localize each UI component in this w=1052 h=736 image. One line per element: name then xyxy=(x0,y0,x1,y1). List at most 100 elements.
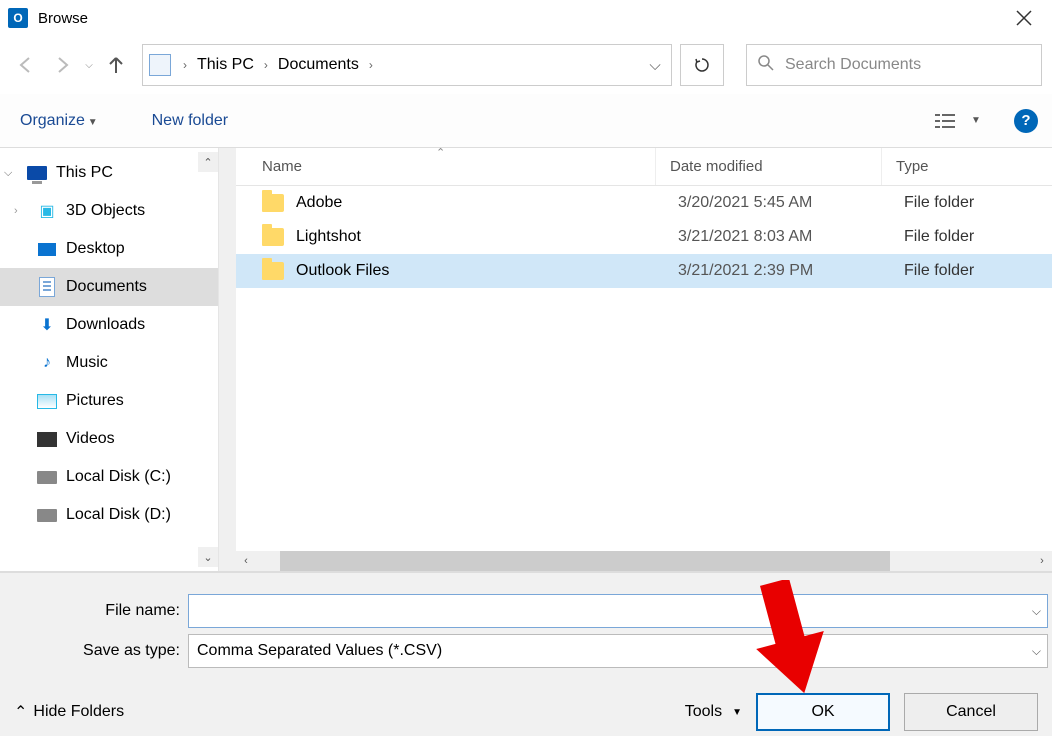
close-button[interactable] xyxy=(1004,3,1044,33)
location-icon xyxy=(149,54,171,76)
tree-label: Local Disk (D:) xyxy=(66,506,171,524)
breadcrumb-item-documents[interactable]: Documents xyxy=(276,56,361,74)
tree-label: This PC xyxy=(56,164,113,182)
breadcrumb[interactable]: › This PC › Documents › ⌵ xyxy=(142,44,672,86)
saveas-label: Save as type: xyxy=(30,642,180,660)
file-type: File folder xyxy=(904,228,1052,246)
search-box[interactable] xyxy=(746,44,1042,86)
file-row[interactable]: Outlook Files 3/21/2021 2:39 PM File fol… xyxy=(236,254,1052,288)
saveas-select[interactable]: Comma Separated Values (*.CSV) ⌵ xyxy=(188,634,1048,668)
file-date: 3/20/2021 5:45 AM xyxy=(678,194,904,212)
tree-label: Downloads xyxy=(66,316,145,334)
cancel-button[interactable]: Cancel xyxy=(904,693,1038,731)
tree-label: Desktop xyxy=(66,240,125,258)
hide-folders-button[interactable]: ⌃ Hide Folders xyxy=(14,702,124,722)
saveas-value: Comma Separated Values (*.CSV) xyxy=(197,642,442,660)
scroll-left-icon[interactable]: ‹ xyxy=(236,555,256,567)
tree-label: Pictures xyxy=(66,392,124,410)
tree-item-documents[interactable]: Documents xyxy=(0,268,218,306)
videos-icon xyxy=(36,428,58,450)
file-name: Outlook Files xyxy=(296,262,678,280)
save-panel: File name: ⌵ Save as type: Comma Separat… xyxy=(0,572,1052,736)
saveas-row: Save as type: Comma Separated Values (*.… xyxy=(0,631,1052,671)
organize-button[interactable]: Organize xyxy=(14,108,104,134)
cube-icon: ▣ xyxy=(36,200,58,222)
refresh-button[interactable] xyxy=(680,44,724,86)
scroll-right-icon[interactable]: › xyxy=(1032,555,1052,567)
view-options-button[interactable] xyxy=(928,107,962,135)
navbar: ⌵ › This PC › Documents › ⌵ xyxy=(0,36,1052,94)
help-button[interactable]: ? xyxy=(1014,109,1038,133)
desktop-icon xyxy=(36,238,58,260)
main-area: ⌃ This PC ▣ 3D Objects Desktop Documents… xyxy=(0,148,1052,572)
breadcrumb-item-pc[interactable]: This PC xyxy=(195,56,256,74)
file-name: Lightshot xyxy=(296,228,678,246)
horizontal-scrollbar[interactable]: ‹ › xyxy=(236,551,1052,571)
recent-dropdown-icon[interactable]: ⌵ xyxy=(82,49,96,81)
column-headers: ⌃ Name Date modified Type xyxy=(236,148,1052,186)
chevron-right-icon: › xyxy=(256,58,276,72)
app-icon: O xyxy=(8,8,28,28)
chevron-right-icon[interactable] xyxy=(14,205,28,217)
tools-button[interactable]: Tools ▼ xyxy=(685,703,742,721)
search-input[interactable] xyxy=(785,56,1031,74)
folder-icon xyxy=(262,262,284,280)
ok-button[interactable]: OK xyxy=(756,693,890,731)
pictures-icon xyxy=(36,390,58,412)
dropdown-icon[interactable]: ⌵ xyxy=(1032,604,1041,619)
folder-icon xyxy=(262,194,284,212)
back-button[interactable] xyxy=(10,49,42,81)
chevron-up-icon: ⌃ xyxy=(14,702,27,722)
file-name: Adobe xyxy=(296,194,678,212)
column-header-type[interactable]: Type xyxy=(882,148,1052,185)
dropdown-icon: ▼ xyxy=(732,707,742,718)
column-header-name[interactable]: Name xyxy=(236,148,656,185)
filename-input[interactable]: ⌵ xyxy=(188,594,1048,628)
monitor-icon xyxy=(26,162,48,184)
tree-item-videos[interactable]: Videos xyxy=(0,420,218,458)
tree-label: Documents xyxy=(66,278,147,296)
dropdown-icon[interactable]: ⌵ xyxy=(1032,644,1041,659)
tools-label: Tools xyxy=(685,703,722,721)
tree-item-local-disk-d[interactable]: Local Disk (D:) xyxy=(0,496,218,534)
file-list: ⌃ Name Date modified Type Adobe 3/20/202… xyxy=(236,148,1052,571)
disk-icon xyxy=(36,504,58,526)
file-row[interactable]: Lightshot 3/21/2021 8:03 AM File folder xyxy=(236,220,1052,254)
search-icon xyxy=(757,54,775,76)
tree-item-downloads[interactable]: ⬇ Downloads xyxy=(0,306,218,344)
tree-scroll-up[interactable]: ⌃ xyxy=(198,152,218,172)
tree-scrollbar[interactable] xyxy=(218,148,236,571)
tree-item-pictures[interactable]: Pictures xyxy=(0,382,218,420)
tree-item-3d-objects[interactable]: ▣ 3D Objects xyxy=(0,192,218,230)
chevron-down-icon[interactable] xyxy=(4,167,18,180)
filename-label: File name: xyxy=(30,602,180,620)
new-folder-button[interactable]: New folder xyxy=(146,108,234,134)
chevron-right-icon: › xyxy=(175,58,195,72)
tree-label: Videos xyxy=(66,430,115,448)
tree-item-local-disk-c[interactable]: Local Disk (C:) xyxy=(0,458,218,496)
file-date: 3/21/2021 2:39 PM xyxy=(678,262,904,280)
disk-icon xyxy=(36,466,58,488)
toolbar: Organize New folder ▼ ? xyxy=(0,94,1052,148)
tree-scroll-down[interactable]: ⌄ xyxy=(198,547,218,567)
forward-button[interactable] xyxy=(46,49,78,81)
column-header-date[interactable]: Date modified xyxy=(656,148,882,185)
document-icon xyxy=(36,276,58,298)
dialog-footer: ⌃ Hide Folders Tools ▼ OK Cancel xyxy=(0,671,1052,731)
sort-indicator-icon: ⌃ xyxy=(436,146,445,159)
file-date: 3/21/2021 8:03 AM xyxy=(678,228,904,246)
up-button[interactable] xyxy=(100,49,132,81)
tree-item-this-pc[interactable]: This PC xyxy=(0,154,218,192)
file-type: File folder xyxy=(904,194,1052,212)
view-dropdown-icon[interactable]: ▼ xyxy=(968,107,984,135)
tree-item-desktop[interactable]: Desktop xyxy=(0,230,218,268)
tree-item-music[interactable]: ♪ Music xyxy=(0,344,218,382)
hide-folders-label: Hide Folders xyxy=(33,703,124,721)
tree-label: Local Disk (C:) xyxy=(66,468,171,486)
tree-label: 3D Objects xyxy=(66,202,145,220)
tree-label: Music xyxy=(66,354,108,372)
titlebar: O Browse xyxy=(0,0,1052,36)
breadcrumb-dropdown[interactable]: ⌵ xyxy=(639,45,671,85)
scrollbar-thumb[interactable] xyxy=(280,551,890,571)
file-row[interactable]: Adobe 3/20/2021 5:45 AM File folder xyxy=(236,186,1052,220)
